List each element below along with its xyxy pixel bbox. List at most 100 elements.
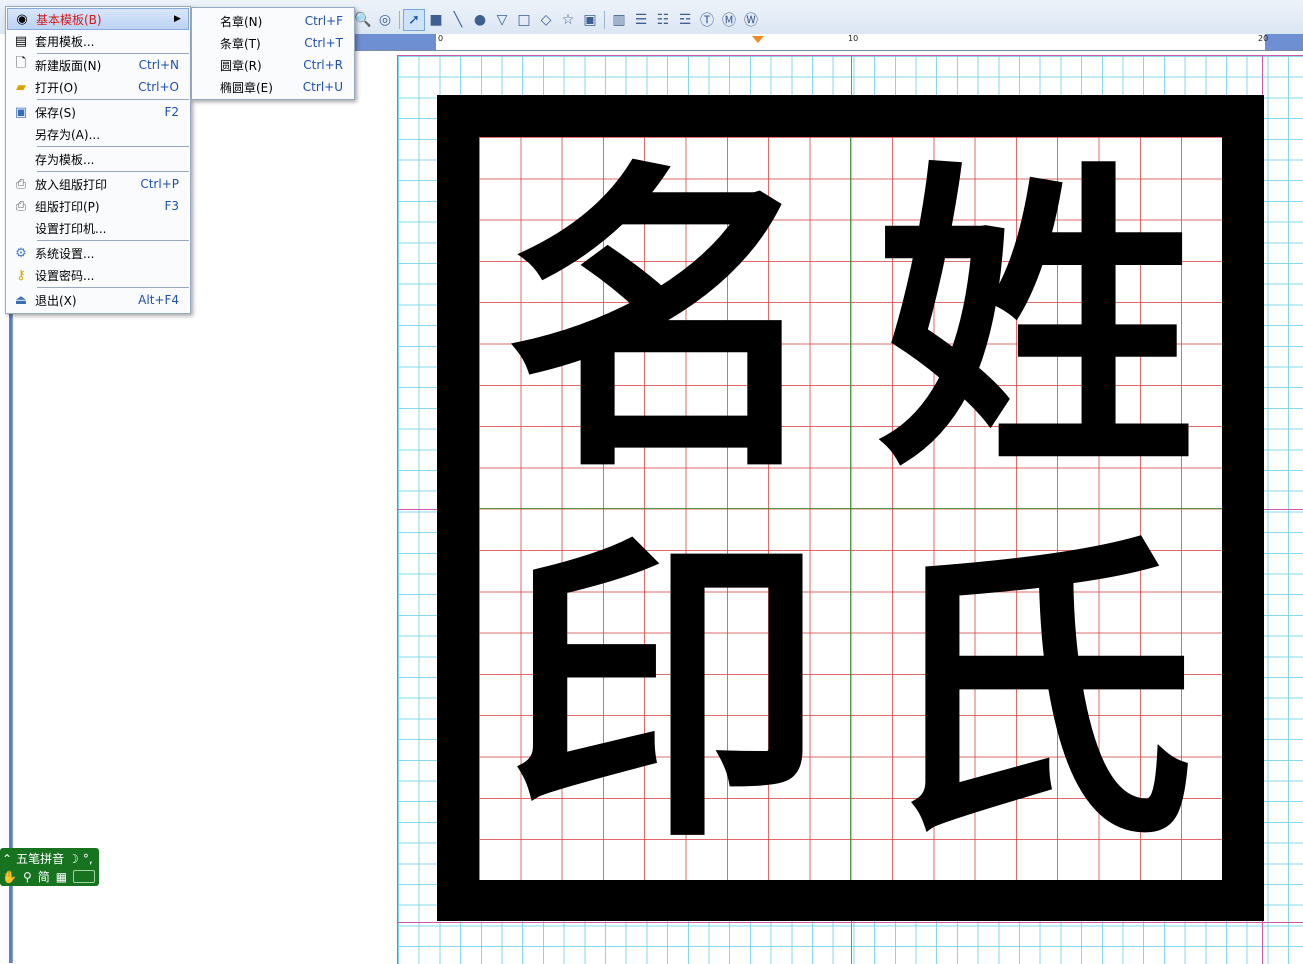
line-icon[interactable]: ╲ <box>447 9 469 31</box>
ruler-margin-left <box>352 34 436 50</box>
toolbar-separator <box>399 11 400 29</box>
menu-item-apply-template[interactable]: ▤ 套用模板... <box>7 30 189 52</box>
menu-item-shortcut: Ctrl+P <box>140 177 179 191</box>
menu-item-system-settings[interactable]: ⚙ 系统设置... <box>7 242 189 264</box>
menu-item-shortcut: Alt+F4 <box>138 293 179 307</box>
seal-char-bottom-left[interactable]: 印 <box>479 508 851 880</box>
ime-simplified-label[interactable]: 简 <box>38 868 50 885</box>
ruler-label: 0 <box>438 34 444 43</box>
ellipse-icon[interactable]: ● <box>469 9 491 31</box>
ruler-margin-right <box>1265 34 1303 50</box>
diamond-icon[interactable]: ◇ <box>535 9 557 31</box>
keyboard-icon[interactable] <box>73 870 96 883</box>
menu-item-shortcut: Ctrl+O <box>138 80 179 94</box>
menu-item-shortcut: F3 <box>164 199 179 213</box>
toolbar-icons: 🔍 ◎ ➚ ■ ╲ ● ▽ □ ◇ ☆ ▣ ▥ ☰ ☷ ☲ Ⓣ Ⓜ Ⓦ <box>352 8 762 32</box>
zoom-out-icon[interactable]: ◎ <box>374 9 396 31</box>
template-icon: ◉ <box>16 11 28 27</box>
submenu-arrow-icon: ▶ <box>174 14 181 24</box>
text-horizontal-icon[interactable]: ☰ <box>630 9 652 31</box>
center-guide-horizontal <box>479 508 1222 509</box>
add-print-icon: ⎙ <box>15 176 27 192</box>
menu-item-label: 设置打印机... <box>35 221 107 236</box>
text-circle-icon[interactable]: Ⓣ <box>696 9 718 31</box>
ime-grid-icon[interactable]: ▦ <box>56 870 67 884</box>
text-align-icon[interactable]: ☲ <box>674 9 696 31</box>
submenu-item-label: 名章(N) <box>220 14 263 29</box>
menu-separator <box>37 99 189 100</box>
menu-item-save-as-template[interactable]: 存为模板... <box>7 148 189 170</box>
menu-item-label: 新建版面(N) <box>35 58 102 73</box>
text-vertical-icon[interactable]: ☷ <box>652 9 674 31</box>
menu-separator <box>37 171 189 172</box>
seal-char-top-left[interactable]: 名 <box>479 137 851 509</box>
submenu-item-round-seal[interactable]: 圆章(R) Ctrl+R <box>193 54 353 76</box>
menu-item-save-as[interactable]: 另存为(A)... <box>7 123 189 145</box>
submenu-item-shortcut: Ctrl+F <box>304 14 343 28</box>
save-icon: ▣ <box>14 104 28 120</box>
submenu-item-shortcut: Ctrl+R <box>303 58 343 72</box>
open-folder-icon: ▰ <box>16 79 26 95</box>
seal-face[interactable]: 名 姓 印 氏 <box>479 137 1222 880</box>
triangle-down-icon[interactable]: ▽ <box>491 9 513 31</box>
menu-item-exit[interactable]: ⏏ 退出(X) Alt+F4 <box>7 289 189 311</box>
menu-item-label: 另存为(A)... <box>35 127 101 142</box>
ruler-label: 20 <box>1258 34 1269 43</box>
menu-item-label: 保存(S) <box>35 105 76 120</box>
ruler-center-marker[interactable] <box>752 36 764 43</box>
key-icon: ⚷ <box>16 267 26 283</box>
zoom-in-icon[interactable]: 🔍 <box>352 9 374 31</box>
menu-item-set-password[interactable]: ⚷ 设置密码... <box>7 264 189 286</box>
menu-item-label: 基本模板(B) <box>36 12 102 27</box>
square-icon[interactable]: □ <box>513 9 535 31</box>
toolbar-separator <box>604 11 605 29</box>
menu-item-new-page[interactable]: 🗋 新建版面(N) Ctrl+N <box>7 54 189 76</box>
new-page-icon: 🗋 <box>15 56 27 71</box>
apply-template-icon: ▤ <box>14 33 28 49</box>
menu-item-label: 套用模板... <box>35 34 95 49</box>
menu-item-label: 放入组版打印 <box>35 177 108 192</box>
ruler-label: 10 <box>848 34 859 43</box>
menu-separator <box>37 146 189 147</box>
text-w-circle-icon[interactable]: Ⓦ <box>740 9 762 31</box>
file-menu: ◉ 基本模板(B) ▶ ▤ 套用模板... 🗋 新建版面(N) Ctrl+N ▰… <box>5 6 191 314</box>
menu-item-label: 组版打印(P) <box>35 199 100 214</box>
ime-punct-icon[interactable]: °, <box>83 852 93 866</box>
menu-item-printer-setup[interactable]: 设置打印机... <box>7 217 189 239</box>
guide-line <box>398 922 1303 923</box>
template-submenu: 名章(N) Ctrl+F 条章(T) Ctrl+T 圆章(R) Ctrl+R 椭… <box>191 7 355 100</box>
menu-item-add-to-print[interactable]: ⎙ 放入组版打印 Ctrl+P <box>7 173 189 195</box>
ime-toolbar: ⌃ 五笔拼音 ☽ °, ✋ ⚲ 简 ▦ <box>0 848 99 886</box>
ime-row-top: ⌃ 五笔拼音 ☽ °, <box>2 850 93 867</box>
ime-search-icon[interactable]: ⚲ <box>23 870 32 884</box>
rectangle-fill-icon[interactable]: ■ <box>425 9 447 31</box>
seal-char-top-right[interactable]: 姓 <box>850 137 1222 509</box>
menu-item-label: 退出(X) <box>35 293 77 308</box>
menu-separator <box>37 287 189 288</box>
menu-item-shortcut: Ctrl+N <box>138 58 179 72</box>
text-m-circle-icon[interactable]: Ⓜ <box>718 9 740 31</box>
image-icon[interactable]: ▣ <box>579 9 601 31</box>
horizontal-ruler: 0 10 20 <box>352 34 1303 51</box>
ime-mode-label[interactable]: 五笔拼音 <box>16 850 64 867</box>
menu-item-basic-template[interactable]: ◉ 基本模板(B) ▶ <box>7 8 189 30</box>
submenu-item-name-seal[interactable]: 名章(N) Ctrl+F <box>193 10 353 32</box>
ime-hand-icon[interactable]: ✋ <box>2 870 17 884</box>
submenu-item-oval-seal[interactable]: 椭圆章(E) Ctrl+U <box>193 76 353 98</box>
submenu-item-label: 椭圆章(E) <box>220 80 273 95</box>
submenu-item-label: 圆章(R) <box>220 58 262 73</box>
submenu-item-strip-seal[interactable]: 条章(T) Ctrl+T <box>193 32 353 54</box>
pointer-icon[interactable]: ➚ <box>403 9 425 31</box>
barcode-icon[interactable]: ▥ <box>608 9 630 31</box>
ime-collapse-icon[interactable]: ⌃ <box>2 852 12 866</box>
seal-char-bottom-right[interactable]: 氏 <box>850 508 1222 880</box>
star-icon[interactable]: ☆ <box>557 9 579 31</box>
menu-item-group-print[interactable]: ⎙ 组版打印(P) F3 <box>7 195 189 217</box>
seal-border[interactable]: 名 姓 印 氏 <box>437 95 1264 921</box>
menu-item-open[interactable]: ▰ 打开(O) Ctrl+O <box>7 76 189 98</box>
ime-moon-icon[interactable]: ☽ <box>68 852 79 866</box>
gear-icon: ⚙ <box>15 245 27 261</box>
ime-row-bottom: ✋ ⚲ 简 ▦ <box>2 868 96 885</box>
menu-item-save[interactable]: ▣ 保存(S) F2 <box>7 101 189 123</box>
menu-item-label: 存为模板... <box>35 152 95 167</box>
